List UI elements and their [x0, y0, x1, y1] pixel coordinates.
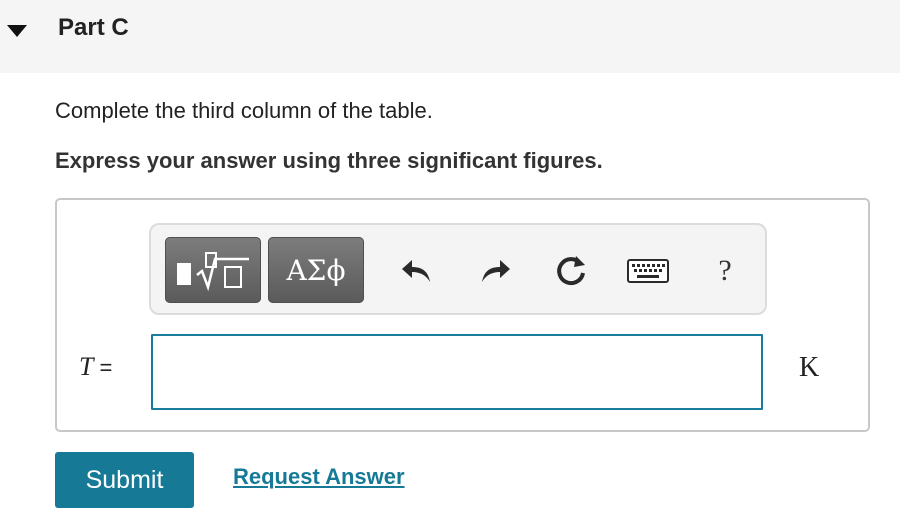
instructions-text: Complete the third column of the table.: [55, 98, 433, 123]
unit-label: K: [799, 352, 820, 383]
answer-input[interactable]: [151, 334, 763, 410]
part-title: Part C: [58, 14, 129, 41]
variable-symbol: T: [79, 352, 94, 381]
equals-sign: =: [99, 355, 113, 380]
answer-variable-label: T =: [79, 350, 112, 384]
redo-icon[interactable]: [477, 253, 513, 289]
undo-icon[interactable]: [399, 253, 435, 289]
reset-icon[interactable]: [553, 253, 589, 289]
templates-sqrt-icon: [177, 252, 249, 292]
answer-panel: ΑΣϕ ? T = K: [55, 198, 870, 432]
request-answer-link[interactable]: Request Answer: [233, 463, 405, 491]
math-toolbar: ΑΣϕ ?: [149, 223, 767, 315]
symbols-button[interactable]: ΑΣϕ: [268, 237, 364, 303]
part-header: Part C: [0, 0, 900, 73]
triangle-down-icon[interactable]: [5, 24, 29, 38]
answer-format-hint: Express your answer using three signific…: [55, 148, 603, 173]
help-button[interactable]: ?: [707, 253, 743, 289]
submit-button[interactable]: Submit: [55, 452, 194, 508]
templates-button[interactable]: [165, 237, 261, 303]
keyboard-icon[interactable]: [625, 253, 671, 289]
